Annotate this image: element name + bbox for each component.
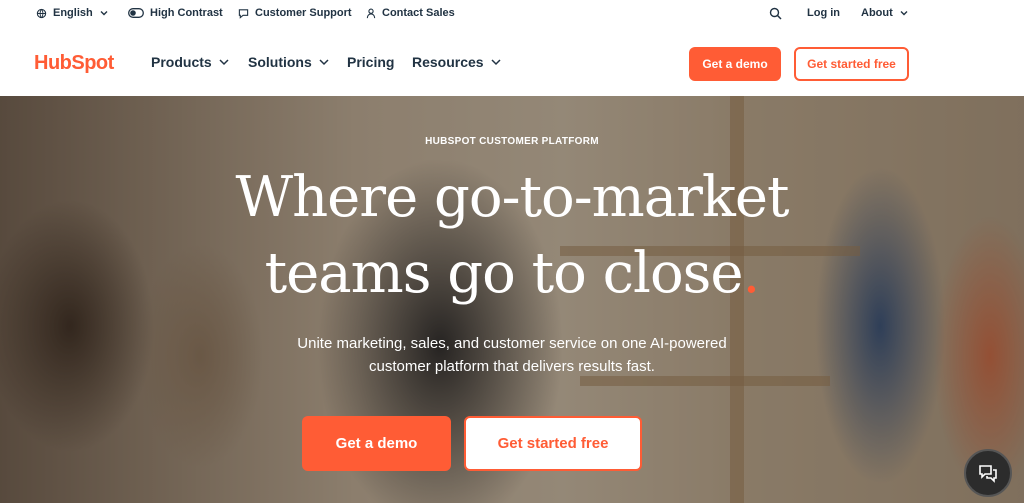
contact-sales-link[interactable]: Contact Sales [366, 5, 455, 21]
about-menu[interactable]: About [861, 5, 909, 21]
nav-solutions-label: Solutions [248, 54, 312, 70]
nav-solutions[interactable]: Solutions [248, 54, 330, 70]
chevron-down-icon [900, 11, 908, 16]
chat-bubble-icon [238, 8, 249, 19]
nav-products-label: Products [151, 54, 212, 70]
chevron-down-icon [219, 59, 229, 66]
hero-eyebrow: HUBSPOT CUSTOMER PLATFORM [425, 136, 599, 147]
customer-support-label: Customer Support [255, 7, 352, 19]
hero-headline: Where go-to-market teams go to close. [0, 160, 1024, 312]
high-contrast-toggle[interactable]: High Contrast [128, 5, 223, 21]
hero-headline-line2-text: teams go to close [264, 241, 744, 306]
utility-bar: English High Contrast Customer Support C… [0, 0, 1024, 26]
nav-resources-label: Resources [412, 54, 484, 70]
customer-support-link[interactable]: Customer Support [238, 5, 352, 21]
main-nav: HubSpot Products Solutions Pricing Resou… [0, 26, 1024, 96]
get-started-free-button[interactable]: Get started free [794, 47, 909, 81]
hero-get-demo-button[interactable]: Get a demo [302, 416, 451, 471]
hero-headline-line1: Where go-to-market [235, 165, 790, 230]
high-contrast-label: High Contrast [150, 7, 223, 19]
user-icon [366, 8, 376, 18]
language-label: English [53, 7, 93, 19]
get-demo-button[interactable]: Get a demo [689, 47, 781, 81]
contact-sales-label: Contact Sales [382, 7, 455, 19]
globe-icon [36, 8, 47, 18]
hero-get-started-free-button[interactable]: Get started free [464, 416, 642, 471]
about-label: About [861, 7, 893, 19]
hero-subtext-line2: customer platform that delivers results … [369, 358, 655, 375]
hubspot-logo[interactable]: HubSpot [34, 52, 114, 75]
search-icon [769, 7, 782, 20]
chevron-down-icon [491, 59, 501, 66]
nav-pricing-label: Pricing [347, 54, 395, 70]
chevron-down-icon [100, 11, 108, 16]
login-label: Log in [807, 7, 840, 19]
chat-widget-icon [979, 465, 997, 483]
search-button[interactable] [769, 5, 782, 21]
headline-accent-dot: . [742, 241, 761, 306]
hero-subtext: Unite marketing, sales, and customer ser… [212, 332, 812, 378]
contrast-icon [128, 8, 144, 18]
language-selector[interactable]: English [36, 5, 109, 21]
nav-resources[interactable]: Resources [412, 54, 502, 70]
login-link[interactable]: Log in [807, 5, 840, 21]
chat-widget-button[interactable] [964, 449, 1012, 497]
chevron-down-icon [319, 59, 329, 66]
nav-pricing[interactable]: Pricing [347, 54, 394, 70]
hero-section: HUBSPOT CUSTOMER PLATFORM Where go-to-ma… [0, 96, 1024, 503]
hero-subtext-line1: Unite marketing, sales, and customer ser… [297, 335, 727, 352]
nav-products[interactable]: Products [151, 54, 230, 70]
hero-headline-line2: teams go to close. [0, 236, 1024, 312]
